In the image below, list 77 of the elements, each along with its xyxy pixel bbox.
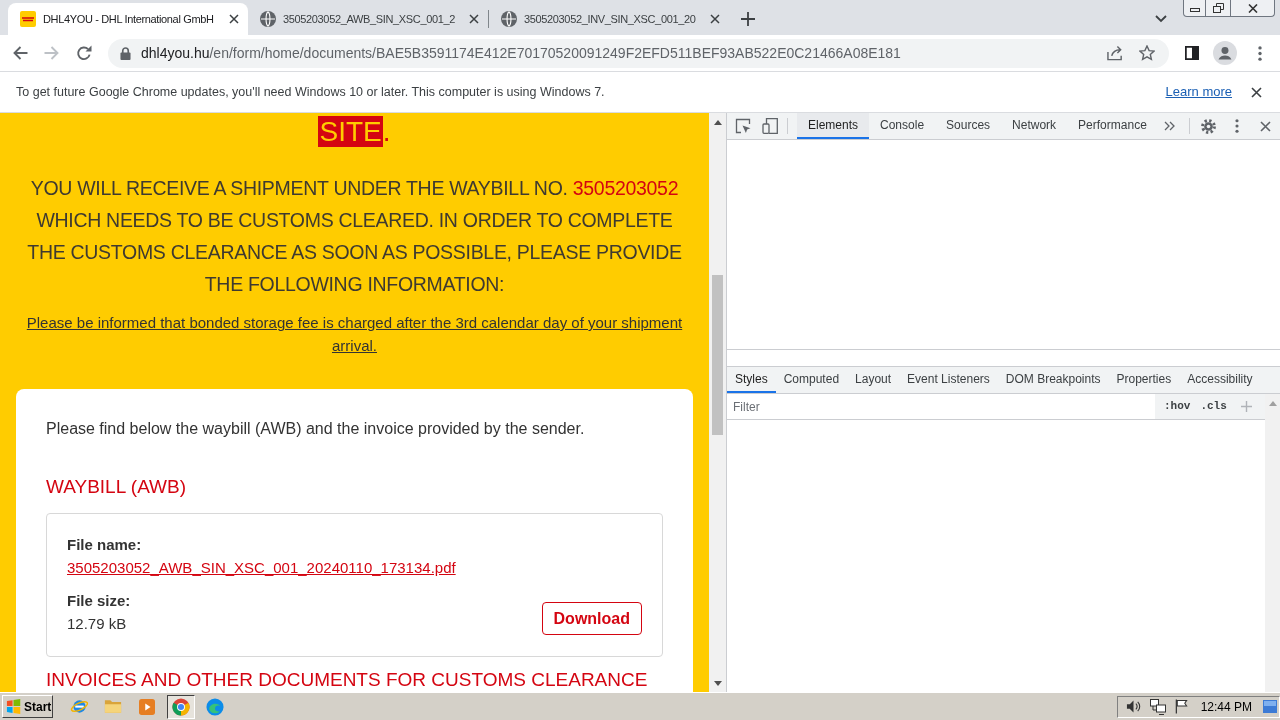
intro-text: Please find below the waybill (AWB) and the invoice provided by the sender. (46, 419, 586, 439)
devtools-tab[interactable]: Network (1001, 113, 1068, 139)
menu-icon[interactable] (1235, 119, 1239, 133)
scrollbar[interactable] (709, 113, 726, 692)
close-icon[interactable] (229, 14, 239, 24)
avatar-icon[interactable] (1213, 41, 1237, 65)
lock-icon (119, 46, 131, 60)
devtools-tab[interactable]: Elements (797, 113, 870, 139)
info-message: To get future Google Chrome updates, you'll need Windows 10 or later. This computer is using Windows 7. (16, 83, 605, 101)
flag-icon[interactable] (1173, 699, 1189, 714)
devtools-tab[interactable]: Console (869, 113, 936, 139)
share-icon[interactable] (1107, 45, 1125, 61)
orbit-logo-icon (69, 698, 89, 715)
browser-tab[interactable]: 3505203052_AWB_SIN_XSC_001_2 (248, 3, 488, 35)
clock-time: 12:44 PM (1200, 698, 1252, 716)
devtools-tab[interactable]: Computed (775, 367, 848, 393)
style-toggle-button[interactable]: .cls (1200, 398, 1227, 415)
star-icon[interactable] (1139, 45, 1156, 61)
speaker-icon[interactable] (1125, 699, 1141, 714)
close-icon (1247, 3, 1258, 13)
file-size-value: 12.79 kB (67, 614, 128, 634)
field-label: File name: (67, 535, 143, 555)
swirl-logo-icon (206, 697, 224, 716)
scrollbar[interactable] (1265, 394, 1280, 692)
section-heading: WAYBILL (AWB) (46, 475, 188, 499)
desktop-tile-icon[interactable] (1263, 700, 1277, 713)
windows-logo-icon (6, 699, 21, 714)
browser-tab[interactable]: 3505203052_INV_SIN_XSC_001_20 (489, 3, 729, 35)
monitors-icon[interactable] (1149, 698, 1166, 715)
download-button[interactable]: Download (541, 602, 642, 635)
close-icon[interactable] (710, 14, 720, 24)
devtools-tab[interactable]: Accessibility (1179, 367, 1261, 393)
close-icon[interactable] (1251, 86, 1262, 98)
address-bar[interactable]: dhl4you.hu/en/form/home/documents/BAE5B3591174E412E70170520091249F2EFD511BEF93AB522E0C21466A08E181 (107, 38, 1170, 68)
menu-icon[interactable] (1258, 45, 1262, 61)
devtools-tab[interactable]: Performance (1067, 113, 1158, 139)
plus-icon[interactable] (741, 12, 755, 26)
logo-icon (20, 11, 36, 27)
triangle-up-icon[interactable] (713, 120, 722, 125)
arrow-left-icon[interactable] (12, 45, 28, 61)
field-label: File size: (67, 591, 132, 611)
restore-button[interactable] (1206, 0, 1231, 17)
side-panel-icon[interactable] (1185, 46, 1199, 60)
play-tile-icon (139, 698, 155, 715)
chevron-down-icon[interactable] (1155, 14, 1167, 23)
storage-fee-notice: Please be informed that bonded storage fee is charged after the 3rd calendar day of your shipment arrival. (25, 313, 684, 356)
devtools-tab[interactable]: Event Listeners (899, 367, 998, 393)
close-icon[interactable] (469, 14, 479, 24)
globe-icon (501, 11, 517, 27)
devtools-tab[interactable]: Properties (1108, 367, 1180, 393)
page-heading: SITE. (318, 115, 391, 149)
devtools-tab[interactable]: Sources (935, 113, 1002, 139)
double-chevron-icon[interactable] (1163, 121, 1175, 131)
folder-icon (104, 699, 122, 714)
style-toggle-button[interactable]: :hov (1164, 398, 1191, 415)
minimize-icon (1189, 8, 1200, 12)
inspect-cursor-icon[interactable] (735, 118, 751, 134)
instructions-text: YOU WILL RECEIVE A SHIPMENT UNDER THE WAYBILL NO. 3505203052 WHICH NEEDS TO BE CUSTOMS CLEARED. IN ORDER TO COMPLETE THE CUSTOMS CLEARANCE AS SOON AS POSSIBLE, PLEASE PROVIDE THE FOLLOWING INFORMATION: (26, 176, 683, 297)
circle-logo-icon (172, 697, 190, 716)
minimize-button[interactable] (1183, 0, 1206, 17)
devtools-tab[interactable]: DOM Breakpoints (997, 367, 1109, 393)
reload-icon[interactable] (75, 45, 92, 61)
taskbar-button[interactable] (167, 694, 195, 719)
device-icon[interactable] (762, 118, 778, 134)
close-icon[interactable] (1260, 120, 1271, 132)
settings-icon[interactable] (1201, 118, 1216, 134)
file-link[interactable]: 3505203052_AWB_SIN_XSC_001_20240110_173134.pdf (67, 556, 456, 580)
triangle-down-icon[interactable] (713, 681, 722, 686)
devtools-tab[interactable]: Layout (847, 367, 900, 393)
close-window-button[interactable] (1231, 0, 1275, 17)
browser-tab[interactable]: DHL4YOU - DHL International GmbH (8, 3, 248, 35)
globe-icon (260, 11, 276, 27)
section-heading: INVOICES AND OTHER DOCUMENTS FOR CUSTOMS CLEARANCE (46, 669, 649, 690)
start-button[interactable]: Start (2, 695, 53, 718)
scrollbar-thumb[interactable] (712, 275, 723, 435)
learn-more-link[interactable]: Learn more (1165, 82, 1232, 102)
restore-icon (1212, 3, 1224, 13)
